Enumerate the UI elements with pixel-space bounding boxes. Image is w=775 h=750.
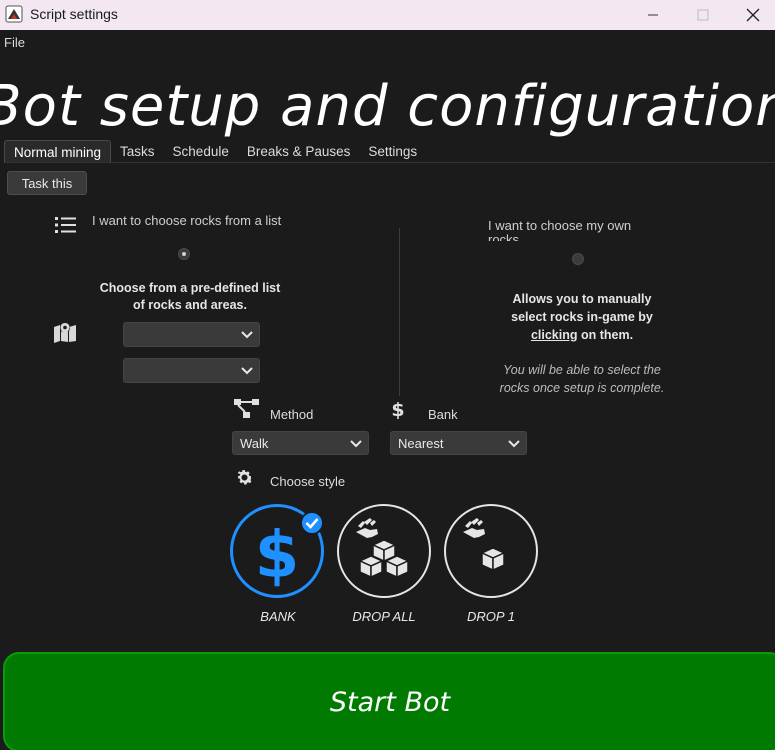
- tab-tasks[interactable]: Tasks: [111, 140, 164, 163]
- style-drop-one-label: DROP 1: [467, 609, 515, 624]
- choose-style-label: Choose style: [270, 474, 346, 489]
- chevron-down-icon: [350, 440, 362, 448]
- path-nodes-icon: [234, 399, 259, 418]
- own-rocks-desc-line3: clicking on them.: [478, 326, 686, 344]
- close-button[interactable]: [730, 0, 775, 30]
- own-rocks-description: Allows you to manually select rocks in-g…: [478, 290, 686, 344]
- svg-text:$: $: [392, 399, 404, 421]
- svg-text:$: $: [255, 519, 300, 593]
- title-bar: Script settings: [0, 0, 775, 30]
- own-rocks-note: You will be able to select the rocks onc…: [478, 361, 686, 397]
- check-icon: [305, 518, 319, 529]
- own-rocks-desc-line3-rest: on them.: [577, 328, 634, 342]
- gear-icon: [237, 469, 253, 485]
- list-option-desc-line1: Choose from a pre-defined list: [99, 281, 281, 295]
- list-option-label-clip: I want to choose rocks from a list: [92, 214, 282, 236]
- style-drop-one-option[interactable]: [444, 504, 538, 598]
- map-icon: [54, 323, 76, 343]
- tab-normal-mining[interactable]: Normal mining: [4, 140, 112, 163]
- method-dropdown[interactable]: Walk: [232, 431, 369, 455]
- selected-check-badge: [300, 511, 324, 535]
- own-rocks-option-label: I want to choose my own rocks: [488, 219, 632, 241]
- style-bank-label: BANK: [260, 609, 296, 624]
- page-title-text: Bot setup and configuration: [0, 73, 775, 139]
- area-dropdown-2[interactable]: [123, 358, 260, 383]
- start-bot-label: Start Bot: [329, 686, 451, 718]
- bank-label: Bank: [428, 407, 458, 422]
- minimize-button[interactable]: [630, 0, 676, 30]
- menu-file[interactable]: File: [4, 35, 25, 50]
- start-bot-button[interactable]: Start Bot: [3, 652, 775, 750]
- own-rocks-option-label-clip: I want to choose my own rocks: [488, 219, 658, 241]
- tab-divider: [4, 162, 775, 163]
- tab-schedule[interactable]: Schedule: [164, 140, 238, 163]
- minimize-icon: [648, 14, 658, 16]
- method-label: Method: [270, 407, 314, 422]
- task-this-button[interactable]: Task this: [7, 171, 87, 195]
- area-dropdown-1[interactable]: [123, 322, 260, 347]
- own-rocks-desc-line1: Allows you to manually: [512, 292, 652, 306]
- list-option-desc-line2: of rocks and areas.: [133, 298, 247, 312]
- method-value: Walk: [240, 436, 269, 451]
- style-drop-all-label: DROP ALL: [352, 609, 416, 624]
- page-title: Bot setup and configuration: [0, 66, 775, 146]
- bank-dropdown[interactable]: Nearest: [390, 431, 527, 455]
- maximize-button[interactable]: [680, 0, 726, 30]
- chevron-down-icon: [241, 331, 253, 339]
- maximize-icon: [697, 9, 709, 21]
- list-option-radio[interactable]: [178, 248, 190, 260]
- clicking-link: clicking: [530, 328, 578, 342]
- list-option-description: Choose from a pre-defined list of rocks …: [95, 280, 285, 314]
- hand-drop-all-icon: [356, 518, 410, 579]
- tab-settings[interactable]: Settings: [359, 140, 426, 163]
- app-icon: [5, 5, 23, 23]
- options-divider: [399, 228, 400, 396]
- bank-value: Nearest: [398, 436, 444, 451]
- window-title: Script settings: [30, 6, 118, 22]
- own-rocks-note-line2: rocks once setup is complete.: [499, 381, 665, 395]
- chevron-down-icon: [241, 367, 253, 375]
- chevron-down-icon: [508, 440, 520, 448]
- own-rocks-desc-line2: select rocks in-game by: [511, 310, 653, 324]
- menu-bar: File: [0, 30, 775, 54]
- style-drop-all-option[interactable]: [337, 504, 431, 598]
- own-rocks-option-radio[interactable]: [572, 253, 584, 265]
- hand-drop-one-icon: [463, 518, 506, 572]
- close-icon: [746, 8, 760, 22]
- list-option-label: I want to choose rocks from a list: [92, 214, 282, 228]
- own-rocks-note-line1: You will be able to select the: [503, 363, 661, 377]
- list-icon: [55, 217, 76, 233]
- tab-bar: Normal mining Tasks Schedule Breaks & Pa…: [4, 140, 426, 163]
- tab-breaks-pauses[interactable]: Breaks & Pauses: [238, 140, 360, 163]
- dollar-icon: $: [392, 399, 404, 421]
